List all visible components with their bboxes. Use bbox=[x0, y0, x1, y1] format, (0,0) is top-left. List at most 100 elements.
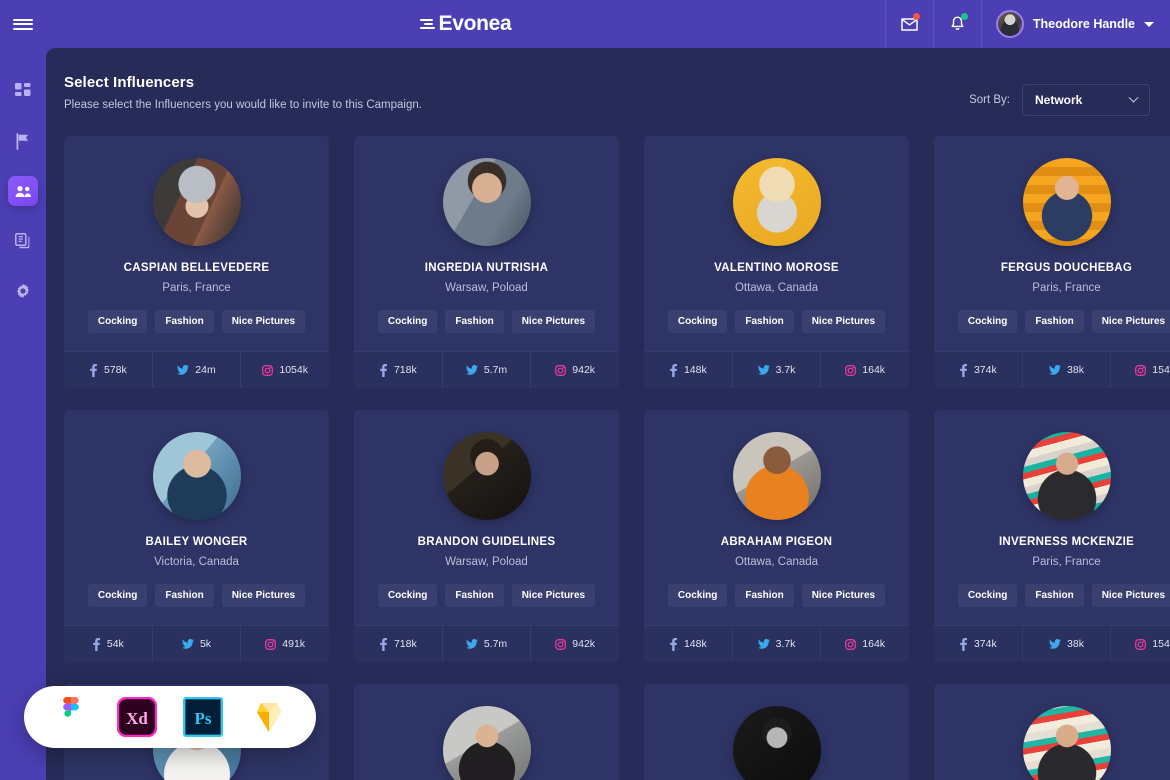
influencer-card[interactable]: BAILEY WONGER Victoria, Canada Cocking Fash… bbox=[64, 410, 329, 662]
sidebar-item-dashboard[interactable] bbox=[8, 76, 38, 106]
user-menu[interactable]: Theodore Handle bbox=[980, 0, 1170, 48]
twitter-icon bbox=[177, 365, 190, 375]
facebook-icon bbox=[380, 637, 387, 651]
influencer-card[interactable]: VALENTINO MOROSE Ottawa, Canada Cocking Fas… bbox=[644, 136, 909, 388]
facebook-stat-value: 578k bbox=[103, 364, 127, 376]
avatar bbox=[995, 10, 1024, 38]
page-title: Select Influencers bbox=[64, 74, 195, 91]
facebook-stat-value: 148k bbox=[683, 638, 707, 650]
facebook-stat[interactable]: 718k bbox=[354, 352, 442, 388]
instagram-stat[interactable]: 491k bbox=[240, 626, 329, 662]
tag-pill[interactable]: Nice Pictures bbox=[1091, 310, 1170, 333]
twitter-stat[interactable]: 38k bbox=[1021, 352, 1111, 388]
twitter-stat-value: 38k bbox=[1067, 364, 1084, 376]
influencer-card[interactable]: ABRAHAM PIGEON Ottawa, Canada Cocking Fashi… bbox=[644, 410, 909, 662]
tag-pill[interactable]: Fashion bbox=[1025, 584, 1084, 607]
tag-pill[interactable]: Fashion bbox=[1025, 310, 1084, 333]
sidebar-item-campaigns[interactable] bbox=[8, 126, 38, 156]
tag-pill[interactable]: Cocking bbox=[87, 310, 148, 333]
tag-pill[interactable]: Fashion bbox=[155, 310, 214, 333]
influencer-stats: 718k 5.7m 942k bbox=[354, 625, 619, 662]
facebook-stat[interactable]: 374k bbox=[934, 352, 1022, 388]
tag-pill[interactable]: Fashion bbox=[735, 310, 794, 333]
tag-pill[interactable]: Nice Pictures bbox=[511, 584, 596, 607]
tag-pill[interactable]: Fashion bbox=[155, 584, 214, 607]
instagram-stat[interactable]: 942k bbox=[530, 352, 619, 388]
facebook-stat-value: 718k bbox=[393, 364, 417, 376]
influencer-card-partial[interactable] bbox=[354, 684, 619, 780]
twitter-stat[interactable]: 38k bbox=[1021, 626, 1111, 662]
instagram-stat[interactable]: 154k bbox=[1110, 626, 1170, 662]
influencer-card[interactable]: FERGUS DOUCHEBAG Paris, France Cocking Fash… bbox=[934, 136, 1170, 388]
tag-pill[interactable]: Cocking bbox=[377, 310, 438, 333]
tag-pill[interactable]: Nice Pictures bbox=[221, 584, 306, 607]
tag-pill[interactable]: Fashion bbox=[445, 584, 504, 607]
tag-pill[interactable]: Nice Pictures bbox=[801, 310, 886, 333]
influencer-card-body: INVERNESS MCKENZIE Paris, France Cocking Fa… bbox=[934, 410, 1170, 625]
tag-pill[interactable]: Nice Pictures bbox=[511, 310, 596, 333]
influencer-location: Warsaw, Poload bbox=[445, 282, 528, 294]
sidebar-item-settings[interactable] bbox=[8, 276, 38, 306]
sketch-logo-icon bbox=[248, 696, 290, 738]
tag-pill[interactable]: Cocking bbox=[957, 584, 1018, 607]
instagram-icon bbox=[265, 638, 277, 650]
hamburger-icon[interactable] bbox=[0, 0, 46, 48]
sidebar-item-influencers[interactable] bbox=[8, 176, 38, 206]
influencer-card[interactable]: CASPIAN BELLEVEDERE Paris, France Cocking F… bbox=[64, 136, 329, 388]
tag-pill[interactable]: Nice Pictures bbox=[221, 310, 306, 333]
documents-icon bbox=[15, 233, 30, 249]
tag-pill[interactable]: Nice Pictures bbox=[801, 584, 886, 607]
facebook-stat[interactable]: 374k bbox=[934, 626, 1022, 662]
sidebar-item-reports[interactable] bbox=[8, 226, 38, 256]
mail-icon[interactable] bbox=[884, 0, 933, 48]
instagram-stat[interactable]: 1054k bbox=[240, 352, 329, 388]
instagram-stat-value: 1054k bbox=[279, 364, 308, 376]
twitter-icon bbox=[181, 639, 194, 649]
facebook-stat[interactable]: 148k bbox=[644, 352, 732, 388]
influencer-card-partial[interactable] bbox=[644, 684, 909, 780]
instagram-stat-value: 942k bbox=[572, 638, 596, 650]
instagram-icon bbox=[845, 638, 857, 650]
brand-logo[interactable]: Evonea bbox=[46, 12, 885, 36]
sort-select[interactable]: Network bbox=[1022, 84, 1150, 116]
tag-pill[interactable]: Nice Pictures bbox=[1091, 584, 1170, 607]
tag-pill[interactable]: Fashion bbox=[445, 310, 504, 333]
instagram-icon bbox=[555, 638, 567, 650]
facebook-stat[interactable]: 54k bbox=[64, 626, 152, 662]
facebook-stat[interactable]: 578k bbox=[64, 352, 152, 388]
twitter-stat[interactable]: 5.7m bbox=[441, 352, 531, 388]
twitter-stat[interactable]: 5k bbox=[151, 626, 241, 662]
influencer-card[interactable]: INVERNESS MCKENZIE Paris, France Cocking Fa… bbox=[934, 410, 1170, 662]
instagram-stat[interactable]: 164k bbox=[820, 626, 909, 662]
twitter-stat-value: 38k bbox=[1067, 638, 1084, 650]
influencer-card-partial[interactable] bbox=[934, 684, 1170, 780]
chevron-down-icon bbox=[1128, 92, 1139, 103]
bell-icon[interactable] bbox=[932, 0, 981, 48]
instagram-stat[interactable]: 154k bbox=[1110, 352, 1170, 388]
facebook-stat[interactable]: 718k bbox=[354, 626, 442, 662]
twitter-stat[interactable]: 5.7m bbox=[441, 626, 531, 662]
twitter-stat[interactable]: 24m bbox=[151, 352, 241, 388]
influencer-card[interactable]: INGREDIA NUTRISHA Warsaw, Poload Cocking Fa… bbox=[354, 136, 619, 388]
tag-pill[interactable]: Cocking bbox=[667, 584, 728, 607]
avatar bbox=[1022, 158, 1111, 246]
instagram-stat[interactable]: 164k bbox=[820, 352, 909, 388]
tag-pill[interactable]: Cocking bbox=[377, 584, 438, 607]
facebook-icon bbox=[960, 363, 967, 377]
influencer-name: INVERNESS MCKENZIE bbox=[998, 536, 1135, 548]
influencer-name: INGREDIA NUTRISHA bbox=[424, 262, 549, 274]
twitter-stat-value: 3.7k bbox=[775, 364, 796, 376]
tag-pill[interactable]: Cocking bbox=[667, 310, 728, 333]
top-bar-actions: Theodore Handle bbox=[884, 0, 1170, 48]
instagram-stat-value: 491k bbox=[282, 638, 306, 650]
influencer-card[interactable]: BRANDON GUIDELINES Warsaw, Poload Cocking F… bbox=[354, 410, 619, 662]
tag-pill[interactable]: Cocking bbox=[957, 310, 1018, 333]
twitter-stat[interactable]: 3.7k bbox=[731, 352, 821, 388]
twitter-stat[interactable]: 3.7k bbox=[731, 626, 821, 662]
facebook-stat[interactable]: 148k bbox=[644, 626, 732, 662]
tag-pill[interactable]: Fashion bbox=[735, 584, 794, 607]
flag-icon bbox=[16, 132, 29, 150]
tag-pill[interactable]: Cocking bbox=[87, 584, 148, 607]
instagram-stat[interactable]: 942k bbox=[530, 626, 619, 662]
avatar bbox=[1022, 432, 1111, 520]
